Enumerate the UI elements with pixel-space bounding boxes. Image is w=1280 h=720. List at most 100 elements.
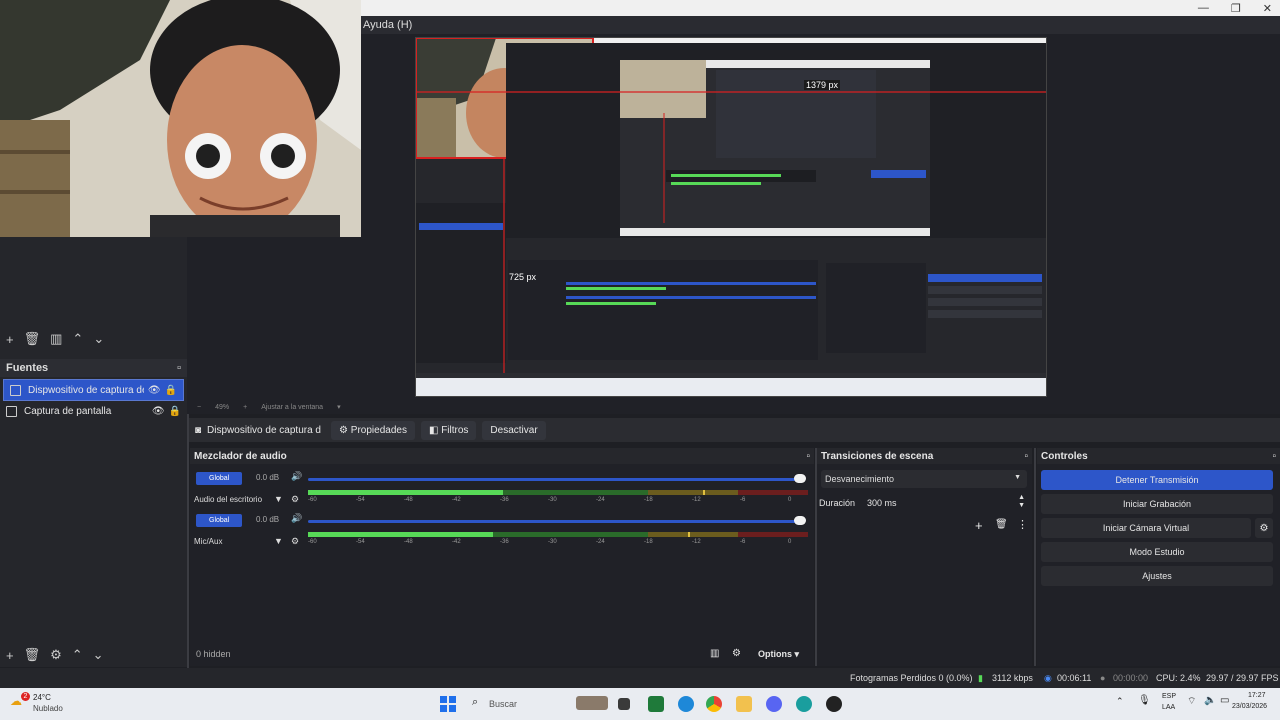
dock-menu-icon[interactable]: ▫ <box>1024 451 1028 462</box>
meter-tick-label: -24 <box>596 497 605 503</box>
lock-icon[interactable]: 🔒 <box>165 385 177 396</box>
program-preview[interactable]: 1379 px 725 px <box>415 37 1047 397</box>
search-icon: ⌕ <box>472 696 479 708</box>
settings-button[interactable]: Ajustes <box>1041 566 1273 586</box>
inner-px-label-1: 1379 px <box>804 80 841 90</box>
sources-header: Fuentes ▫ <box>0 359 187 377</box>
add-icon[interactable]: + <box>6 332 14 347</box>
volume-slider-knob[interactable] <box>794 516 806 525</box>
add-icon[interactable]: + <box>6 648 14 663</box>
volume-meter <box>308 532 808 537</box>
volume-db: 0.0 dB <box>256 515 280 524</box>
controls-header: Controles ▫ <box>1037 448 1280 464</box>
more-icon[interactable]: ⋮ <box>1017 518 1028 531</box>
clock-date[interactable]: 23/03/2026 <box>1232 703 1267 710</box>
language-top[interactable]: ESP <box>1162 693 1176 700</box>
cpu-usage: CPU: 2.4% <box>1156 673 1201 683</box>
edge-icon[interactable] <box>678 696 694 712</box>
dock-menu-icon[interactable]: ▫ <box>177 362 181 374</box>
meter-ticks: -60 -54 -48 -42 -36 -30 -24 -18 -12 -6 0 <box>308 539 808 547</box>
minimize-button[interactable]: — <box>1198 2 1209 14</box>
battery-icon[interactable]: ▭ <box>1220 695 1229 706</box>
language-bottom[interactable]: LAA <box>1162 704 1175 711</box>
add-icon[interactable]: + <box>975 518 983 533</box>
filter-icon[interactable]: ▥ <box>50 331 62 347</box>
taskbar-search[interactable]: ⌕ Buscar <box>466 694 616 714</box>
source-label: Dispwositivo de captura de vic <box>28 384 144 396</box>
channel-settings-icon[interactable]: ⚙ <box>291 494 299 505</box>
wifi-icon[interactable]: ⌔ <box>1187 695 1196 708</box>
microphone-icon[interactable]: 🎙 <box>1138 695 1151 706</box>
filters-button[interactable]: ◧ Filtros <box>420 420 477 440</box>
volume-slider-knob[interactable] <box>794 474 806 483</box>
speaker-icon[interactable]: 🔊 <box>291 471 302 482</box>
trash-icon[interactable]: 🗑 <box>24 647 41 663</box>
meter-ticks: -60 -54 -48 -42 -36 -30 -24 -18 -12 -6 0 <box>308 497 808 505</box>
global-badge[interactable]: Global <box>196 514 243 527</box>
global-badge[interactable]: Global <box>196 472 243 485</box>
lock-icon[interactable]: 🔒 <box>169 406 181 417</box>
discord-icon[interactable] <box>766 696 782 712</box>
windows-start-icon[interactable] <box>440 696 456 712</box>
eye-icon[interactable]: 👁 <box>148 385 161 396</box>
divider <box>815 448 817 666</box>
stepper-icon[interactable]: ▲ ▼ <box>1018 494 1025 510</box>
options-button[interactable]: Options ▾ <box>758 649 799 660</box>
speaker-icon[interactable]: 🔊 <box>291 513 302 524</box>
source-label: Captura de pantalla <box>24 405 112 417</box>
zoom-in-button[interactable]: + <box>243 404 247 411</box>
dock-menu-icon[interactable]: ▫ <box>1272 451 1276 462</box>
selected-source-name: Dispwositivo de captura d <box>207 424 321 436</box>
maximize-button[interactable]: ❐ <box>1231 2 1241 15</box>
chevron-down-icon[interactable]: ▼ <box>274 494 283 504</box>
up-icon[interactable]: ⌃ <box>72 647 83 663</box>
source-item-video-capture[interactable]: Dispwositivo de captura de vic 👁 🔒 <box>3 379 184 401</box>
meter-tick-label: -42 <box>452 497 461 503</box>
down-icon[interactable]: ⌄ <box>93 647 104 663</box>
audio-mixer-dock: Mezclador de audio ▫ Global 0.0 dB 🔊 Audio … <box>190 448 814 666</box>
trash-icon[interactable]: 🗑 <box>995 519 1008 530</box>
gear-icon[interactable]: ⚙ <box>1255 518 1273 538</box>
properties-button[interactable]: ⚙ Propiedades <box>331 420 415 440</box>
record-icon: ● <box>1100 673 1106 683</box>
app-icon[interactable] <box>648 696 664 712</box>
stop-stream-button[interactable]: Detener Transmisión <box>1041 470 1273 490</box>
transitions-header: Transiciones de escena ▫ <box>817 448 1032 464</box>
dock-menu-icon[interactable]: ▫ <box>806 451 810 462</box>
layout-icon[interactable]: ▥ <box>710 648 719 659</box>
down-icon[interactable]: ⌄ <box>93 331 104 347</box>
chevron-down-icon[interactable]: ▼ <box>274 536 283 546</box>
meter-tick-label: -6 <box>740 539 746 545</box>
trash-icon[interactable]: 🗑 <box>24 331 41 347</box>
status-bar: Fotogramas Perdidos 0 (0.0%) ▮ 3112 kbps… <box>0 668 1280 688</box>
volume-meter-peak <box>688 532 690 537</box>
app-icon[interactable] <box>796 696 812 712</box>
chevron-down-icon[interactable]: ▾ <box>337 403 341 411</box>
duration-input[interactable]: 300 ms ▲ ▼ <box>863 494 1031 512</box>
channel-settings-icon[interactable]: ⚙ <box>291 536 299 547</box>
source-item-screen-capture[interactable]: Captura de pantalla 👁 🔒 <box>0 401 187 421</box>
task-view-icon[interactable] <box>618 698 630 710</box>
studio-mode-button[interactable]: Modo Estudio <box>1041 542 1273 562</box>
chevron-up-icon[interactable]: ⌃ <box>1116 696 1124 707</box>
obs-icon[interactable] <box>826 696 842 712</box>
advanced-audio-icon[interactable]: ⚙ <box>732 648 741 659</box>
up-icon[interactable]: ⌃ <box>72 331 83 347</box>
fit-window-label[interactable]: Ajustar a la ventana <box>261 404 323 411</box>
chrome-icon[interactable] <box>706 696 722 712</box>
eye-icon[interactable]: 👁 <box>152 406 165 417</box>
start-recording-button[interactable]: Iniciar Grabación <box>1041 494 1273 514</box>
volume-icon[interactable]: 🔈 <box>1204 695 1216 706</box>
volume-slider[interactable] <box>308 520 802 523</box>
start-virtual-cam-button[interactable]: Iniciar Cámara Virtual <box>1041 518 1251 538</box>
video-capture-icon <box>10 384 21 396</box>
deactivate-button[interactable]: Desactivar <box>482 420 546 440</box>
gear-icon[interactable]: ⚙ <box>50 647 62 663</box>
clock-time[interactable]: 17:27 <box>1248 692 1266 699</box>
transition-select[interactable]: Desvanecimiento ▼ <box>821 470 1027 488</box>
menu-help[interactable]: Ayuda (H) <box>363 19 412 31</box>
zoom-out-button[interactable]: − <box>197 404 201 411</box>
file-explorer-icon[interactable] <box>736 696 752 712</box>
volume-slider[interactable] <box>308 478 802 481</box>
close-button[interactable]: ✕ <box>1263 2 1272 15</box>
